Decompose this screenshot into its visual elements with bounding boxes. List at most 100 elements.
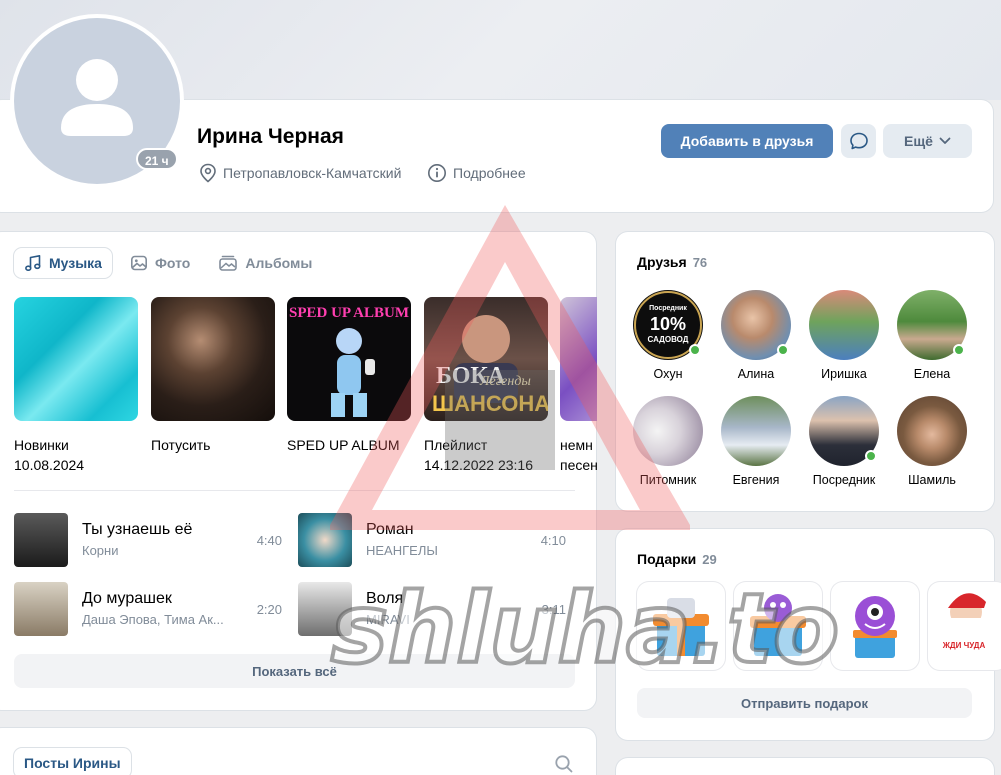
playlist-title: Новинки <box>14 437 69 453</box>
playlist-item[interactable]: Потусить <box>151 297 275 455</box>
more-label: Ещё <box>904 133 933 149</box>
playlist-subtitle: песен <box>560 457 597 473</box>
online-indicator <box>865 450 877 462</box>
playlist-cover <box>151 297 275 421</box>
playlist-item[interactable]: немн песен <box>560 297 597 475</box>
add-friend-button[interactable]: Добавить в друзья <box>661 124 833 158</box>
track-artist[interactable]: MIRAVI <box>366 612 410 627</box>
track-cover <box>14 582 68 636</box>
tab-albums[interactable]: Альбомы <box>208 248 322 278</box>
track-artist[interactable]: НЕАНГЕЛЫ <box>366 543 438 558</box>
playlist-carousel: Новинки 10.08.2024 Потусить SPED UP ALBU… <box>14 297 597 477</box>
playlist-item[interactable]: БОКА Легенды ШАНСОНА Плейлист 14.12.2022… <box>424 297 548 475</box>
friend-item[interactable]: Евгения <box>716 396 796 487</box>
playlist-cover: БОКА Легенды ШАНСОНА <box>424 297 548 421</box>
tab-albums-label: Альбомы <box>245 255 313 271</box>
friend-item[interactable]: Елена <box>892 290 972 381</box>
gift-santa-icon: ЖДИ ЧУДА <box>942 593 986 650</box>
track-row[interactable]: Ты узнаешь её Корни 4:40 <box>14 513 282 567</box>
show-all-music-button[interactable]: Показать всё <box>14 654 575 688</box>
friend-avatar <box>809 396 879 466</box>
svg-text:САДОВОД: САДОВОД <box>648 335 689 344</box>
svg-text:ШАНСОНА: ШАНСОНА <box>432 391 548 416</box>
track-cover <box>298 513 352 567</box>
gift-monster-icon <box>853 596 897 658</box>
location-text: Петропавловск-Камчатский <box>223 165 402 181</box>
boka-cover-art: БОКА Легенды ШАНСОНА <box>432 315 548 416</box>
track-duration: 4:10 <box>540 533 566 548</box>
track-row[interactable]: Воля MIRAVI 3:11 <box>298 582 566 636</box>
search-icon[interactable] <box>554 754 574 774</box>
track-row[interactable]: До мурашек Даша Эпова, Тима Ак... 2:20 <box>14 582 282 636</box>
friend-item[interactable]: Иришка <box>804 290 884 381</box>
track-artist[interactable]: Даша Эпова, Тима Ак... <box>82 612 224 627</box>
online-indicator <box>777 344 789 356</box>
friend-name: Иришка <box>821 367 867 381</box>
location-pin-icon <box>200 163 216 183</box>
section-divider <box>14 490 575 491</box>
track-duration: 3:11 <box>541 602 566 617</box>
online-indicator <box>689 344 701 356</box>
gifts-header[interactable]: Подарки 29 <box>637 551 717 567</box>
friend-item[interactable]: Посредник <box>804 396 884 487</box>
friend-name: Шамиль <box>908 473 956 487</box>
send-gift-button[interactable]: Отправить подарок <box>637 688 972 718</box>
track-title: Роман <box>366 521 414 538</box>
friend-item[interactable]: Алина <box>716 290 796 381</box>
friend-name: Елена <box>913 367 951 381</box>
gift-item[interactable] <box>734 582 822 670</box>
svg-text:10%: 10% <box>650 314 686 334</box>
online-indicator <box>953 344 965 356</box>
track-title: Ты узнаешь её <box>82 521 193 538</box>
friend-item[interactable]: Шамиль <box>892 396 972 487</box>
track-title: Воля <box>366 590 404 607</box>
playlist-title: SPED UP ALBUM <box>287 437 400 453</box>
friends-header[interactable]: Друзья 76 <box>637 254 707 270</box>
gift-item[interactable] <box>637 582 725 670</box>
tab-photo[interactable]: Фото <box>120 248 200 278</box>
track-row[interactable]: Роман НЕАНГЕЛЫ 4:10 <box>298 513 566 567</box>
track-artist[interactable]: Корни <box>82 543 118 558</box>
playlist-title: немн <box>560 437 593 453</box>
tab-user-posts[interactable]: Посты Ирины <box>14 748 131 775</box>
friend-avatar <box>809 290 879 360</box>
friends-title: Друзья <box>637 254 687 270</box>
playlist-item[interactable]: Новинки 10.08.2024 <box>14 297 138 475</box>
track-duration: 2:20 <box>256 602 282 617</box>
playlist-subtitle: 10.08.2024 <box>14 457 85 473</box>
profile-details-link[interactable]: Подробнее <box>427 163 526 183</box>
playlist-subtitle: 14.12.2022 23:16 <box>424 457 533 473</box>
info-icon <box>428 164 446 182</box>
gift-item[interactable] <box>831 582 919 670</box>
friend-avatar <box>721 396 791 466</box>
friend-avatar <box>897 396 967 466</box>
profile-name: Ирина Черная <box>197 125 344 148</box>
tab-photo-label: Фото <box>154 255 191 271</box>
friend-item[interactable]: Посредник 10% САДОВОД Охун <box>628 290 708 381</box>
tab-music[interactable]: Музыка <box>14 248 112 278</box>
friends-count: 76 <box>692 255 708 270</box>
more-actions-button[interactable]: Ещё <box>883 124 972 158</box>
gifts-count: 29 <box>702 552 717 567</box>
track-cover <box>14 513 68 567</box>
friend-avatar <box>897 290 967 360</box>
friend-item[interactable]: Питомник <box>628 396 708 487</box>
playlist-title: Потусить <box>151 437 211 453</box>
friend-name: Евгения <box>732 473 780 487</box>
playlist-item[interactable]: SPED UP ALBUM SPED UP ALBUM <box>287 297 411 455</box>
photo-icon <box>130 255 147 271</box>
music-note-icon <box>25 255 41 271</box>
next-section-card <box>616 758 994 775</box>
svg-text:SPED UP ALBUM: SPED UP ALBUM <box>289 305 409 321</box>
last-seen-badge: 21 ч <box>136 148 178 170</box>
friend-name: Алина <box>737 367 775 381</box>
gift-item[interactable]: ЖДИ ЧУДА <box>928 582 1001 670</box>
message-button[interactable] <box>841 124 876 158</box>
friend-avatar: Посредник 10% САДОВОД <box>633 290 703 360</box>
albums-icon <box>219 255 238 271</box>
track-cover <box>298 582 352 636</box>
chevron-down-icon <box>939 137 951 144</box>
playlist-title: Плейлист <box>424 437 488 453</box>
tab-music-label: Музыка <box>49 255 102 271</box>
gifts-title: Подарки <box>637 551 697 567</box>
